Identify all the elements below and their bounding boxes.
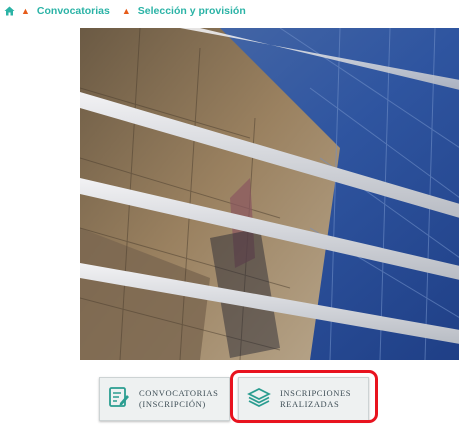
breadcrumb-separator-icon: ▲: [121, 5, 131, 16]
stack-layers-icon: [247, 386, 271, 413]
breadcrumb-item-seleccion-provision[interactable]: Selección y provisión: [138, 5, 246, 17]
home-icon[interactable]: [4, 6, 15, 16]
inscripciones-button-label: INSCRIPCIONES REALIZADAS: [280, 388, 352, 409]
edit-document-icon: [108, 386, 130, 413]
hero-image: [80, 28, 459, 360]
inscripciones-realizadas-button[interactable]: INSCRIPCIONES REALIZADAS: [238, 377, 369, 421]
breadcrumb-item-convocatorias[interactable]: Convocatorias: [37, 5, 110, 17]
breadcrumb-separator-icon: ▲: [21, 5, 30, 16]
convocatorias-button-label: CONVOCATORIAS (INSCRIPCIÓN): [139, 388, 219, 409]
convocatorias-inscripcion-button[interactable]: CONVOCATORIAS (INSCRIPCIÓN): [99, 377, 230, 421]
breadcrumb: ▲ Convocatorias ▲ Selección y provisión: [4, 3, 246, 19]
